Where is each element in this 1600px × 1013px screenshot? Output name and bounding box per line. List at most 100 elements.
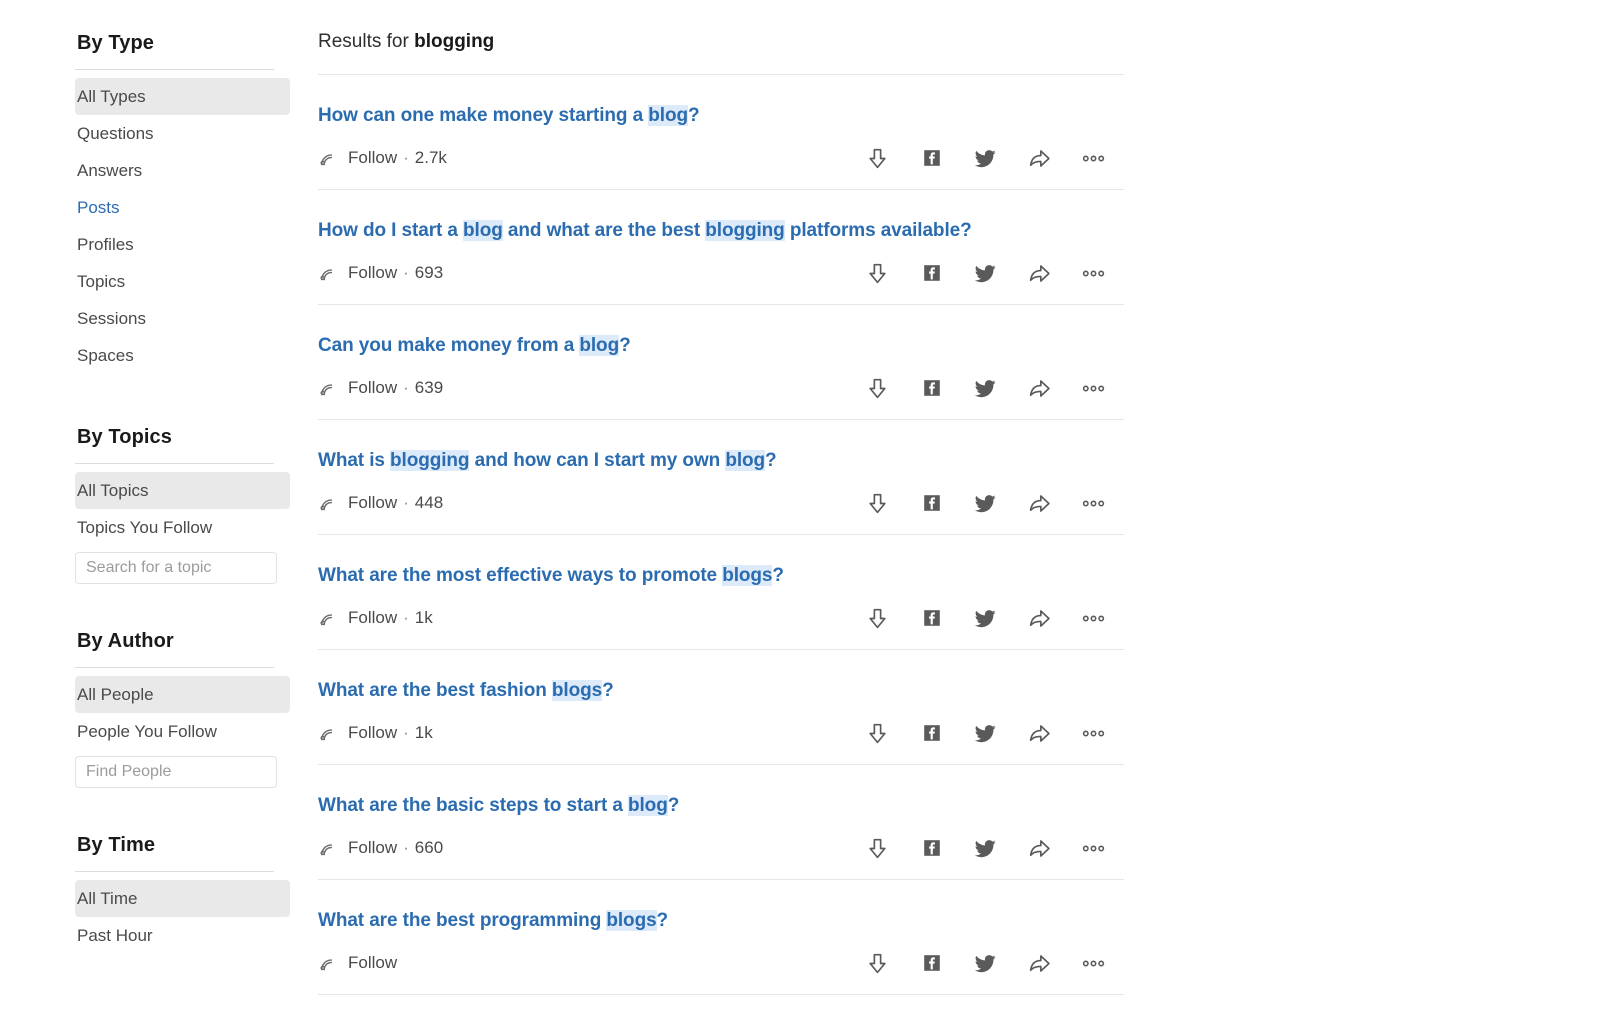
follow-button[interactable]: Follow <box>318 953 397 973</box>
meta-separator: · <box>403 263 409 282</box>
facebook-icon[interactable] <box>919 606 944 631</box>
action-icon-group <box>865 146 1128 171</box>
twitter-icon[interactable] <box>973 951 998 976</box>
share-icon[interactable] <box>1027 951 1052 976</box>
downvote-icon[interactable] <box>865 951 890 976</box>
share-icon[interactable] <box>1027 146 1052 171</box>
result-title-link[interactable]: What are the best programming blogs? <box>318 909 1128 933</box>
facet-title: By Time <box>77 834 156 856</box>
facebook-icon[interactable] <box>919 836 944 861</box>
more-options-icon[interactable] <box>1081 951 1106 976</box>
result-item: What are the basic steps to start a blog… <box>318 765 1128 880</box>
sidebar-item-past-hour[interactable]: Past Hour <box>75 917 290 954</box>
downvote-icon[interactable] <box>865 376 890 401</box>
twitter-icon[interactable] <box>973 836 998 861</box>
downvote-icon[interactable] <box>865 606 890 631</box>
downvote-icon[interactable] <box>865 721 890 746</box>
follow-button[interactable]: Follow <box>318 378 397 398</box>
twitter-icon[interactable] <box>973 606 998 631</box>
title-text: ? <box>765 450 777 471</box>
facet-divider <box>75 667 274 668</box>
twitter-icon[interactable] <box>973 376 998 401</box>
twitter-icon[interactable] <box>973 146 998 171</box>
sidebar-item-all-topics[interactable]: All Topics <box>75 472 290 509</box>
title-text: platforms available? <box>784 220 972 241</box>
facet-title: By Author <box>77 630 174 652</box>
downvote-icon[interactable] <box>865 836 890 861</box>
sidebar-item-all-time[interactable]: All Time <box>75 880 290 917</box>
result-title-link[interactable]: How do I start a blog and what are the b… <box>318 219 1128 243</box>
follow-button[interactable]: Follow <box>318 838 397 858</box>
sidebar-item-spaces[interactable]: Spaces <box>75 337 290 374</box>
more-options-icon[interactable] <box>1081 836 1106 861</box>
result-item: How do I start a blog and what are the b… <box>318 190 1128 305</box>
sidebar-item-topics-you-follow[interactable]: Topics You Follow <box>75 509 290 546</box>
people-search-input[interactable] <box>75 756 277 788</box>
sidebar-item-questions[interactable]: Questions <box>75 115 290 152</box>
share-icon[interactable] <box>1027 261 1052 286</box>
title-text: and what are the best <box>502 220 706 241</box>
follow-button[interactable]: Follow <box>318 723 397 743</box>
result-title-link[interactable]: Can you make money from a blog? <box>318 334 1128 358</box>
sidebar-item-people-you-follow[interactable]: People You Follow <box>75 713 290 750</box>
downvote-icon[interactable] <box>865 261 890 286</box>
follower-count: 1k <box>414 608 433 627</box>
title-text: How can one make money starting a <box>318 105 649 126</box>
share-icon[interactable] <box>1027 836 1052 861</box>
follow-button[interactable]: Follow <box>318 263 397 283</box>
results-list: How can one make money starting a blog? … <box>318 75 1128 995</box>
facebook-icon[interactable] <box>919 261 944 286</box>
share-icon[interactable] <box>1027 376 1052 401</box>
twitter-icon[interactable] <box>973 491 998 516</box>
sidebar-item-all-types[interactable]: All Types <box>75 78 290 115</box>
sidebar-item-all-people[interactable]: All People <box>75 676 290 713</box>
sidebar-item-profiles[interactable]: Profiles <box>75 226 290 263</box>
sidebar-item-topics[interactable]: Topics <box>75 263 290 300</box>
downvote-icon[interactable] <box>865 491 890 516</box>
twitter-icon[interactable] <box>973 261 998 286</box>
follower-count: 639 <box>414 378 444 397</box>
facebook-icon[interactable] <box>919 491 944 516</box>
downvote-icon[interactable] <box>865 146 890 171</box>
more-options-icon[interactable] <box>1081 146 1106 171</box>
sidebar-item-sessions[interactable]: Sessions <box>75 300 290 337</box>
follow-label: Follow <box>348 953 398 972</box>
more-options-icon[interactable] <box>1081 491 1106 516</box>
facet-section-by-type: By Type All Types Questions Answers Posts Pro… <box>75 32 290 374</box>
rss-icon <box>318 148 338 168</box>
title-text: What are the best fashion <box>318 680 552 701</box>
result-item: What is blogging and how can I start my … <box>318 420 1128 535</box>
result-title-link[interactable]: What are the basic steps to start a blog… <box>318 794 1128 818</box>
result-title-link[interactable]: How can one make money starting a blog? <box>318 104 1128 128</box>
facebook-icon[interactable] <box>919 721 944 746</box>
follow-label: Follow <box>348 608 398 627</box>
share-icon[interactable] <box>1027 491 1052 516</box>
title-text: What are the most effective ways to prom… <box>318 565 723 586</box>
more-options-icon[interactable] <box>1081 606 1106 631</box>
share-icon[interactable] <box>1027 721 1052 746</box>
rss-icon <box>318 608 338 628</box>
follow-button[interactable]: Follow <box>318 493 397 513</box>
facebook-icon[interactable] <box>919 146 944 171</box>
follow-button[interactable]: Follow <box>318 608 397 628</box>
sidebar-item-posts[interactable]: Posts <box>75 189 290 226</box>
facebook-icon[interactable] <box>919 376 944 401</box>
results-header-prefix: Results for <box>318 31 415 52</box>
more-options-icon[interactable] <box>1081 261 1106 286</box>
sidebar-item-answers[interactable]: Answers <box>75 152 290 189</box>
rss-icon <box>318 723 338 743</box>
result-title-link[interactable]: What are the best fashion blogs? <box>318 679 1128 703</box>
follow-button[interactable]: Follow <box>318 148 397 168</box>
result-divider <box>318 994 1124 995</box>
share-icon[interactable] <box>1027 606 1052 631</box>
more-options-icon[interactable] <box>1081 721 1106 746</box>
topic-search-input[interactable] <box>75 552 277 584</box>
twitter-icon[interactable] <box>973 721 998 746</box>
result-title-link[interactable]: What is blogging and how can I start my … <box>318 449 1128 473</box>
result-title-link[interactable]: What are the most effective ways to prom… <box>318 564 1128 588</box>
meta-separator: · <box>403 148 409 167</box>
more-options-icon[interactable] <box>1081 376 1106 401</box>
facet-spacer <box>75 788 290 834</box>
facebook-icon[interactable] <box>919 951 944 976</box>
sidebar-top-spacer <box>75 0 290 32</box>
